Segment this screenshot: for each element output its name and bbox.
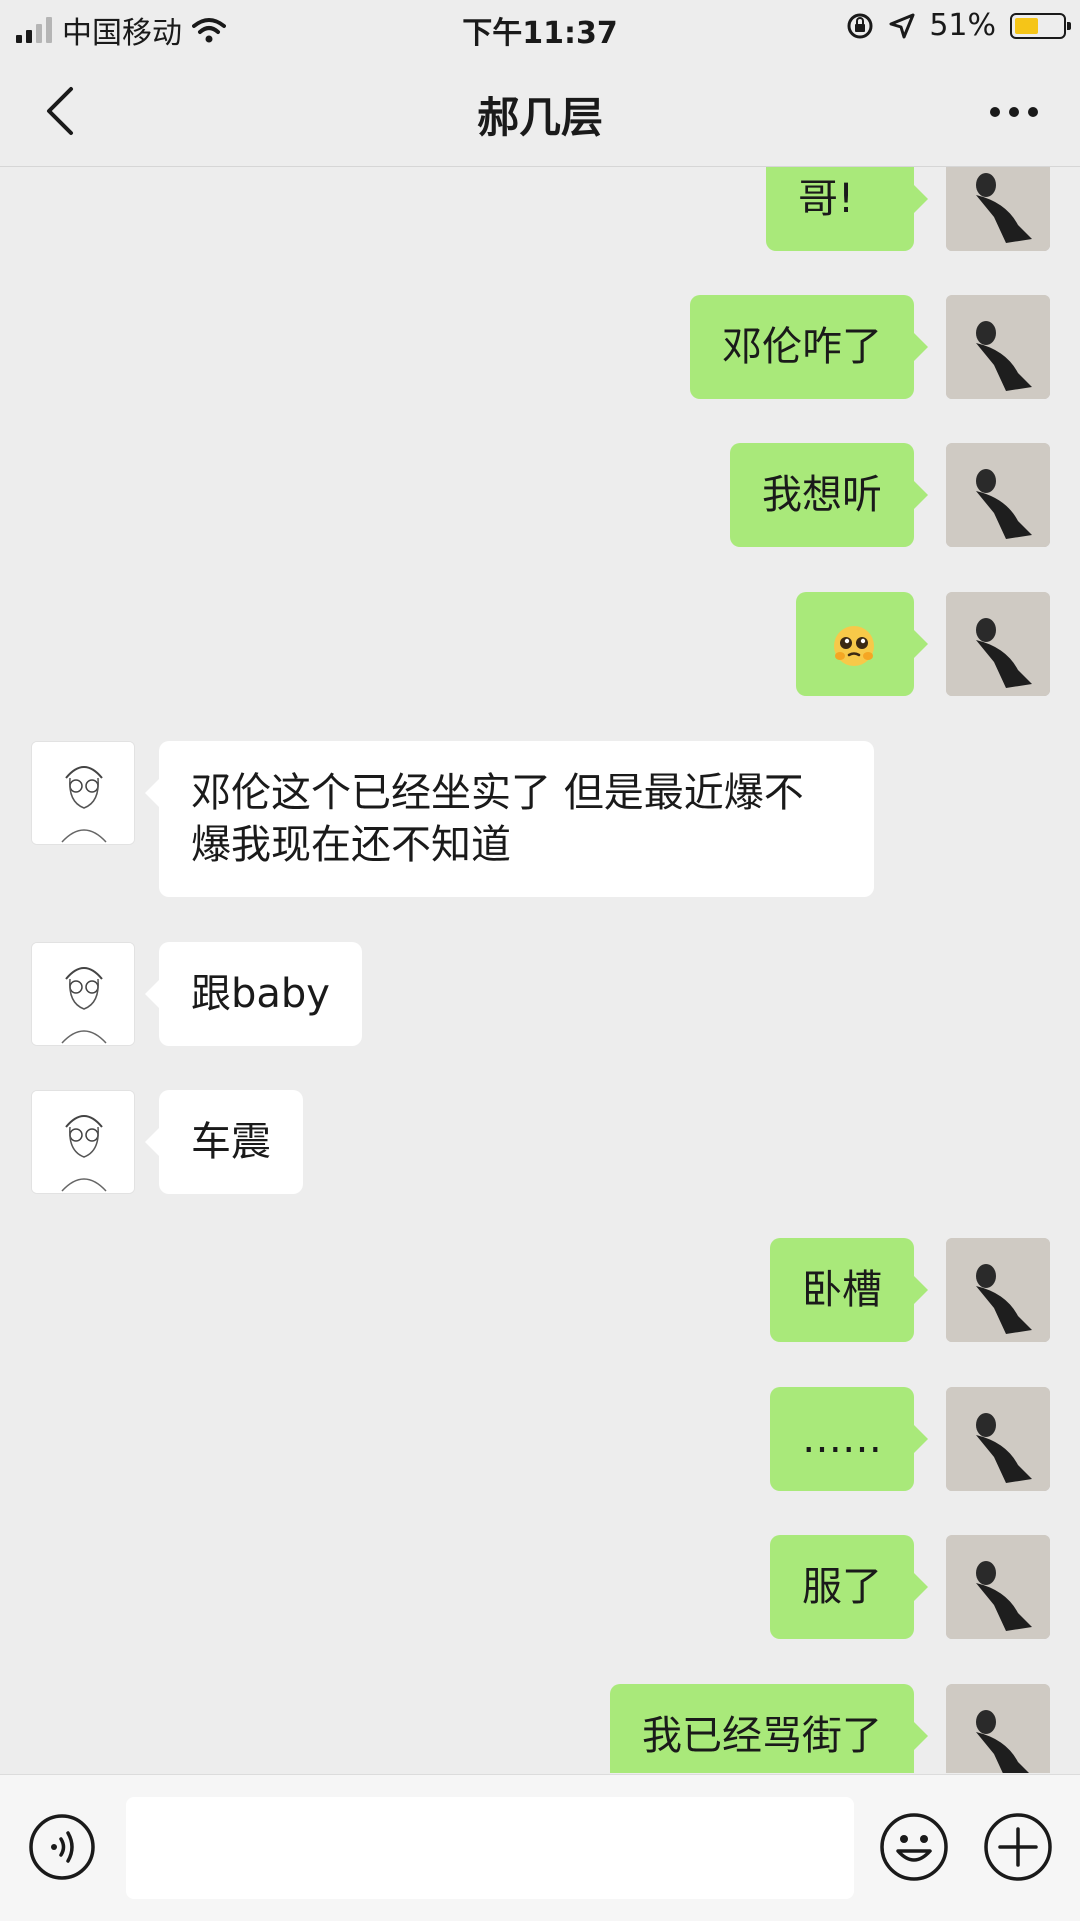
battery-icon (1010, 12, 1071, 39)
my-avatar[interactable] (946, 443, 1050, 547)
message-bubble-out[interactable]: 卧槽 (770, 1238, 928, 1342)
emoji-button[interactable] (878, 1811, 950, 1883)
pleading-face-emoji (834, 626, 874, 666)
my-avatar[interactable] (946, 1238, 1050, 1342)
voice-icon (29, 1814, 95, 1880)
voice-button[interactable] (28, 1813, 96, 1881)
message-bubble-out[interactable]: 我想听 (730, 443, 928, 547)
message-bubble-out[interactable]: 哥! (766, 167, 928, 251)
chat-area[interactable]: 哥! 邓伦咋了 我想听 邓伦这个已经坐实了 但是最近爆不爆我现在还不知道 跟ba… (0, 167, 1080, 1773)
message-bubble-in[interactable]: 邓伦这个已经坐实了 但是最近爆不爆我现在还不知道 (145, 741, 874, 897)
plus-button[interactable] (982, 1811, 1054, 1883)
my-avatar[interactable] (946, 295, 1050, 399)
more-dots-icon (990, 107, 1038, 117)
input-bar (0, 1774, 1080, 1921)
message-bubble-out[interactable]: 我已经骂街了 (610, 1684, 928, 1773)
message-bubble-out[interactable]: …… (770, 1387, 928, 1491)
status-bar: 中国移动 下午11:37 51% (0, 0, 1080, 56)
message-input[interactable] (126, 1797, 854, 1899)
more-button[interactable] (984, 92, 1044, 132)
contact-avatar[interactable] (31, 942, 135, 1046)
plus-icon (984, 1813, 1052, 1881)
nav-bar: 郝几层 (0, 56, 1080, 167)
status-right: 51% (845, 8, 1071, 43)
message-bubble-in[interactable]: 车震 (145, 1090, 303, 1194)
my-avatar[interactable] (946, 1684, 1050, 1773)
battery-fill (1015, 17, 1038, 34)
message-bubble-out[interactable]: 邓伦咋了 (690, 295, 928, 399)
emoji-icon (880, 1813, 948, 1881)
message-bubble-out[interactable]: 服了 (770, 1535, 928, 1639)
message-bubble-out[interactable] (796, 592, 928, 696)
battery-percent: 51% (929, 8, 996, 43)
my-avatar[interactable] (946, 167, 1050, 251)
location-icon (889, 13, 915, 38)
chat-title: 郝几层 (476, 93, 603, 142)
my-avatar[interactable] (946, 592, 1050, 696)
my-avatar[interactable] (946, 1387, 1050, 1491)
contact-avatar[interactable] (31, 1090, 135, 1194)
rotation-lock-icon (847, 13, 873, 38)
contact-avatar[interactable] (31, 741, 135, 845)
my-avatar[interactable] (946, 1535, 1050, 1639)
message-bubble-in[interactable]: 跟baby (145, 942, 362, 1046)
